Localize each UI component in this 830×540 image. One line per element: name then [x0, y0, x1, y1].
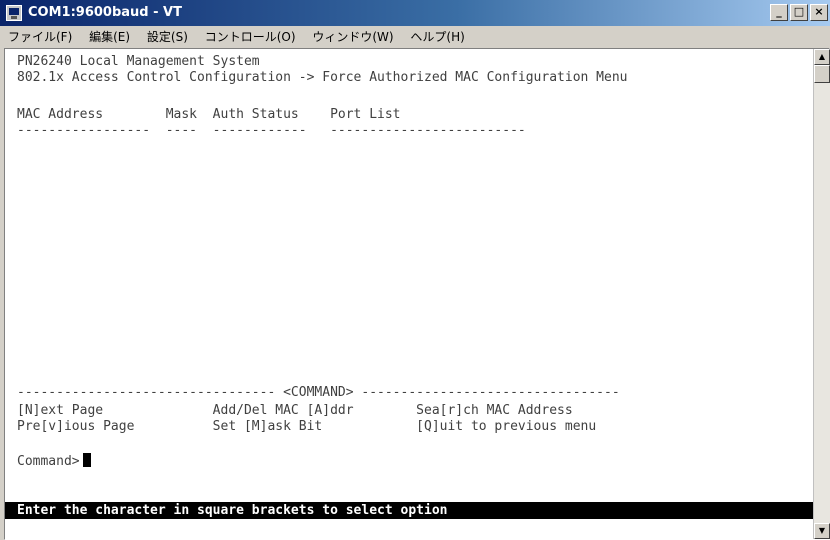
title-bar[interactable]: COM1:9600baud - VT _ □ ×: [0, 0, 830, 26]
command-prompt: Command>: [17, 454, 80, 469]
table-header-underline: ----------------- ---- ------------ ----…: [17, 123, 526, 138]
menu-breadcrumb: 802.1x Access Control Configuration -> F…: [17, 70, 628, 85]
scroll-up-arrow-icon[interactable]: ▲: [814, 49, 830, 65]
minimize-button[interactable]: _: [770, 4, 788, 21]
system-title: PN26240 Local Management System: [17, 54, 260, 69]
maximize-button[interactable]: □: [790, 4, 808, 21]
command-separator: --------------------------------- <COMMA…: [17, 385, 620, 400]
terminal-window: COM1:9600baud - VT _ □ × ファイル(F) 編集(E) 設…: [0, 0, 830, 540]
commands-row-2: Pre[v]ious Page Set [M]ask Bit [Q]uit to…: [17, 419, 597, 434]
close-button[interactable]: ×: [810, 4, 828, 21]
menu-bar: ファイル(F) 編集(E) 設定(S) コントロール(O) ウィンドウ(W) ヘ…: [0, 26, 830, 48]
command-prompt-line[interactable]: Command>: [17, 453, 91, 470]
menu-window[interactable]: ウィンドウ(W): [307, 26, 398, 48]
terminal-screen[interactable]: PN26240 Local Management System 802.1x A…: [5, 49, 813, 539]
window-title: COM1:9600baud - VT: [28, 5, 182, 20]
status-text: Enter the character in square brackets t…: [17, 503, 448, 518]
menu-edit[interactable]: 編集(E): [84, 26, 135, 48]
scroll-down-arrow-icon[interactable]: ▼: [814, 523, 830, 539]
window-controls: _ □ ×: [770, 4, 828, 22]
menu-file[interactable]: ファイル(F): [3, 26, 77, 48]
vertical-scrollbar[interactable]: ▲ ▼: [813, 49, 830, 539]
text-cursor: [82, 453, 91, 467]
terminal-app-icon[interactable]: [6, 5, 22, 21]
commands-row-1: [N]ext Page Add/Del MAC [A]ddr Sea[r]ch …: [17, 403, 573, 418]
menu-control[interactable]: コントロール(O): [200, 26, 301, 48]
status-bar: Enter the character in square brackets t…: [5, 502, 813, 519]
table-header: MAC Address Mask Auth Status Port List: [17, 107, 401, 122]
menu-settings[interactable]: 設定(S): [142, 26, 193, 48]
scroll-thumb[interactable]: [814, 65, 830, 83]
menu-help[interactable]: ヘルプ(H): [405, 26, 469, 48]
